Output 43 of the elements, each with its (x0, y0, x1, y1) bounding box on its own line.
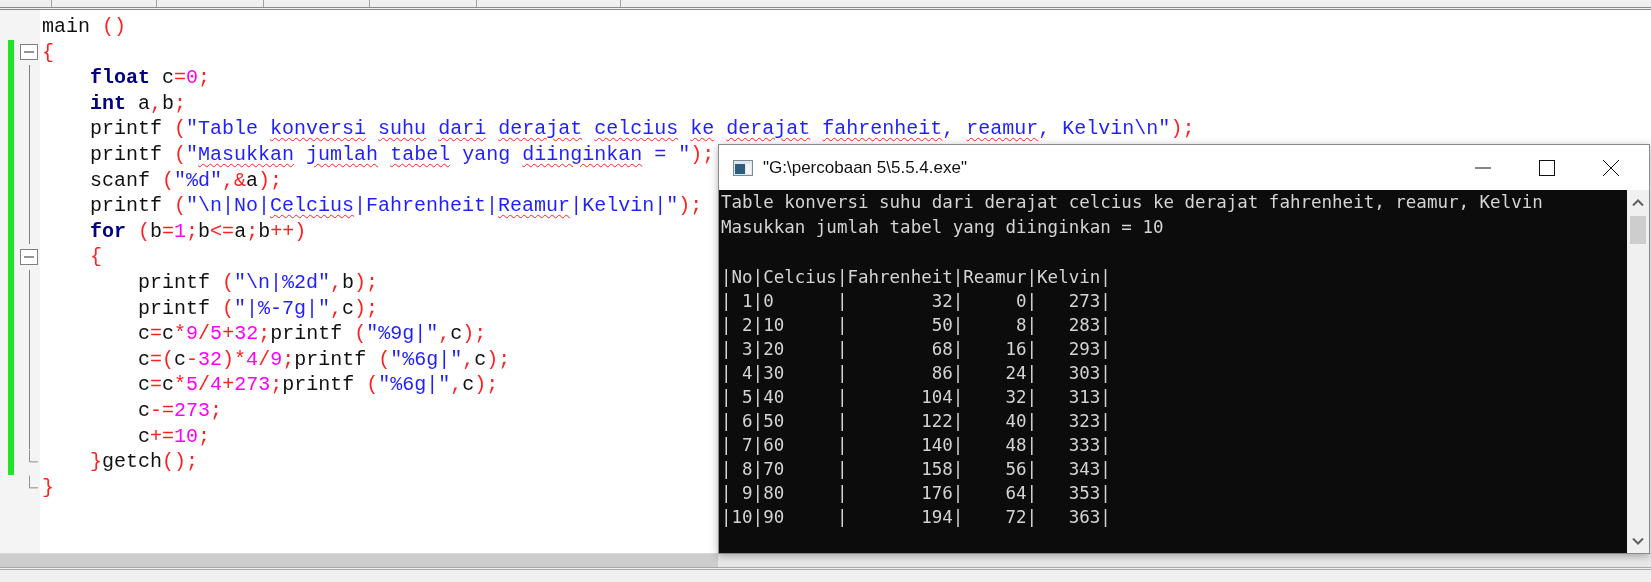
table-line: | 1|0 | 32| 0| 273| (721, 289, 1112, 313)
minimize-icon (1475, 166, 1491, 169)
table-line: | 3|20 | 68| 16| 293| (721, 337, 1112, 361)
scrollbar-thumb[interactable] (0, 554, 718, 567)
table-line: | 6|50 | 122| 40| 323| (721, 409, 1112, 433)
table-line: | 9|80 | 176| 64| 353| (721, 481, 1112, 505)
code-line: printf ("Table konversi suhu dari derajat celcius ke derajat fahrenheit, reamur, Kelvin\n"); (89, 116, 1195, 142)
code-line: c=c*9/5+32;printf ("%9g|",c); (137, 321, 487, 347)
table-line: | 4|30 | 86| 24| 303| (721, 361, 1112, 385)
code-line: printf ("Masukkan jumlah tabel yang diinginkan = "); (89, 141, 715, 168)
fold-minus-icon[interactable] (20, 44, 38, 61)
table-line: | 7|60 | 140| 48| 333| (721, 433, 1112, 457)
close-icon (1603, 159, 1619, 176)
console-line: Masukkan jumlah tabel yang diinginkan = 10 (721, 216, 1165, 240)
code-line: c=c*5/4+273;printf ("%6g|",c); (137, 372, 499, 398)
chevron-up-icon (1632, 198, 1644, 206)
maximize-icon (1539, 159, 1555, 176)
code-line: c+=10; (137, 423, 211, 450)
window-title: "G:\percobaan 5\5.5.4.exe" (763, 157, 968, 178)
code-line: main () (42, 14, 127, 40)
scrollbar-thumb[interactable] (1630, 216, 1646, 244)
code-line: { (89, 244, 102, 270)
table-line: |10|90 | 194| 72| 363| (721, 505, 1112, 529)
table-line: |No|Celcius|Fahrenheit|Reamur|Kelvin| (721, 265, 1112, 289)
code-line: printf ("\n|%2d",b); (137, 269, 379, 296)
table-line: | 8|70 | 158| 56| 343| (721, 457, 1112, 481)
chevron-down-icon (1632, 537, 1644, 545)
table-line: | 2|10 | 50| 8| 283| (721, 313, 1112, 337)
code-line: }getch(); (89, 449, 199, 475)
code-line: for (b=1;b<=a;b++) (89, 218, 307, 245)
code-line: c-=273; (137, 397, 223, 424)
code-line: scanf ("%d",&a); (89, 167, 283, 194)
code-line: { (42, 39, 54, 66)
code-line: float c=0; (89, 65, 211, 91)
code-line: c=(c-32)*4/9;printf ("%6g|",c); (137, 346, 511, 373)
code-line: printf ("\n|No|Celcius|Fahrenheit|Reamur|Kelvin|"); (89, 193, 703, 219)
code-line: printf ("|%-7g|",c); (137, 295, 379, 322)
code-line: } (42, 474, 54, 501)
console-line: Table konversi suhu dari derajat celcius ke derajat fahrenheit, reamur, Kelvin (721, 191, 1544, 214)
fold-minus-icon[interactable] (20, 249, 38, 266)
code-line: int a,b; (89, 90, 187, 117)
console-app-icon (733, 159, 753, 176)
table-line: | 5|40 | 104| 32| 313| (721, 385, 1112, 409)
